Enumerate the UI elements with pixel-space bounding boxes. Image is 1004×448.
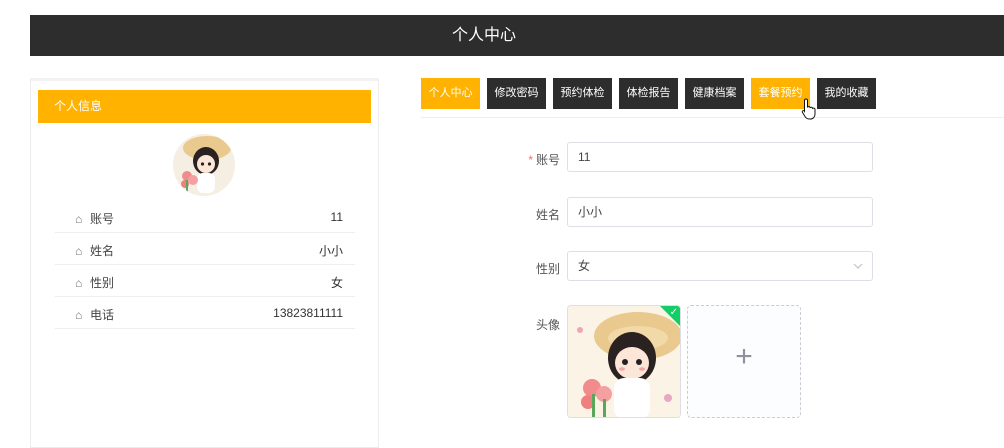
tab-change-password[interactable]: 修改密码 (487, 78, 546, 109)
info-value: 女 (330, 276, 343, 290)
avatar-upload-thumbnail[interactable]: ✓ (567, 305, 681, 418)
gender-label: 性别 (535, 262, 560, 276)
tab-checkup-report[interactable]: 体检报告 (619, 78, 678, 109)
info-value: 13823811111 (273, 306, 343, 320)
tab-my-favorites[interactable]: 我的收藏 (817, 78, 876, 109)
tab-book-checkup[interactable]: 预约体检 (553, 78, 612, 109)
info-label: 性别 (90, 276, 115, 290)
hand-cursor-icon (801, 98, 816, 120)
required-mark: * (528, 153, 533, 167)
gender-select-value: 女 (578, 259, 591, 273)
info-row-phone: ⌂ 电话 13823811111 (55, 297, 355, 329)
tab-divider (421, 117, 1004, 118)
account-label: * 账号 (500, 151, 560, 168)
info-label: 姓名 (90, 244, 115, 258)
home-icon: ⌂ (75, 276, 83, 290)
info-row-account: ⌂ 账号 11 (55, 201, 355, 233)
home-icon: ⌂ (75, 308, 83, 322)
info-label: 账号 (90, 212, 115, 226)
gender-select[interactable]: 女 (567, 251, 873, 281)
home-icon: ⌂ (75, 244, 83, 258)
chevron-down-icon (853, 263, 863, 269)
info-value: 11 (330, 210, 343, 224)
profile-panel: 个人信息 ⌂ 账号 11 ⌂ 姓名 小小 ⌂ 性别 女 ⌂ 电话 1382381… (30, 78, 379, 448)
home-icon: ⌂ (75, 212, 83, 226)
avatar-upload-button[interactable]: + (687, 305, 801, 418)
info-value: 小小 (318, 244, 343, 258)
name-field[interactable]: 小小 (567, 197, 873, 227)
info-row-gender: ⌂ 性别 女 (55, 265, 355, 297)
top-bar: 个人中心 (30, 15, 1004, 56)
profile-panel-title: 个人信息 (38, 90, 371, 123)
plus-icon: + (735, 340, 753, 373)
avatar-label: 头像 (535, 318, 560, 332)
info-label: 电话 (90, 308, 115, 322)
account-field[interactable]: 11 (567, 142, 873, 172)
tab-health-record[interactable]: 健康档案 (685, 78, 744, 109)
page-title: 个人中心 (452, 27, 517, 44)
account-label-text: 账号 (535, 153, 560, 167)
name-label: 姓名 (535, 208, 560, 222)
check-icon: ✓ (669, 307, 678, 318)
info-row-name: ⌂ 姓名 小小 (55, 233, 355, 265)
avatar (173, 134, 235, 196)
profile-info-list: ⌂ 账号 11 ⌂ 姓名 小小 ⌂ 性别 女 ⌂ 电话 13823811111 (55, 201, 355, 329)
tab-profile[interactable]: 个人中心 (421, 78, 480, 109)
